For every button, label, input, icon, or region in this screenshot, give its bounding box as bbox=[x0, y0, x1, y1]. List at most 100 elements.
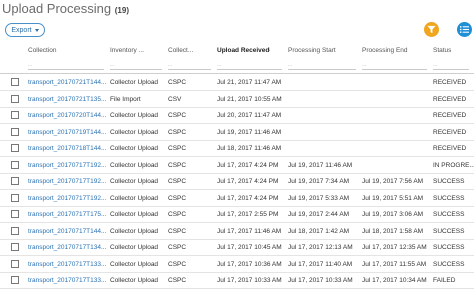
row-checkbox[interactable] bbox=[11, 177, 19, 185]
cell-upload-received: Jul 20, 2017 11:47 AM bbox=[217, 112, 282, 119]
row-checkbox[interactable] bbox=[11, 127, 19, 136]
cell-collector: CSPC bbox=[168, 227, 187, 235]
filter-input-collector[interactable]: ... bbox=[168, 61, 211, 70]
cell-processing-start: Jul 18, 2017 1:42 AM bbox=[288, 227, 350, 235]
cell-collector: CSV bbox=[168, 95, 182, 103]
cell-upload-received: Jul 17, 2017 11:46 AM bbox=[217, 227, 282, 235]
column-header-processing-start[interactable]: Processing Start bbox=[288, 47, 336, 54]
row-checkbox[interactable] bbox=[11, 226, 19, 235]
column-header-collection[interactable]: Collection bbox=[28, 47, 57, 54]
cell-inventory: File Import bbox=[110, 95, 141, 103]
cell-collector: CSPC bbox=[168, 277, 187, 284]
column-header-upload-received[interactable]: Upload Received bbox=[217, 47, 269, 54]
cell-inventory: Collector Upload bbox=[110, 128, 159, 136]
table-row[interactable]: transport_20170717T175... Collector Uploa… bbox=[0, 207, 474, 223]
filter-button[interactable] bbox=[424, 22, 439, 37]
list-icon bbox=[460, 26, 469, 33]
table-row[interactable]: transport_20170717T133... Collector Uploa… bbox=[0, 257, 474, 273]
table-row[interactable]: transport_20170717T134... Collector Uploa… bbox=[0, 240, 474, 256]
cell-inventory: Collector Upload bbox=[110, 178, 159, 185]
cell-inventory: Collector Upload bbox=[110, 161, 159, 169]
upload-count: (19) bbox=[114, 6, 129, 15]
cell-upload-received: Jul 18, 2017 11:46 AM bbox=[217, 145, 282, 152]
row-checkbox[interactable] bbox=[11, 210, 19, 218]
table-row[interactable]: transport_20170720T144... Collector Uploa… bbox=[0, 108, 474, 124]
row-checkbox[interactable] bbox=[11, 111, 19, 119]
cell-collection[interactable]: transport_20170717T133... bbox=[28, 277, 106, 284]
cell-status: IN PROGRE... bbox=[433, 161, 474, 169]
row-checkbox[interactable] bbox=[11, 193, 19, 202]
cell-collection[interactable]: transport_20170721T135... bbox=[28, 96, 106, 103]
cell-processing-end: Jul 17, 2017 12:35 AM bbox=[362, 244, 427, 251]
cell-inventory: Collector Upload bbox=[110, 112, 159, 119]
table-row[interactable]: transport_20170717T192... Collector Uploa… bbox=[0, 191, 474, 207]
filter-input-processing-start[interactable]: ... bbox=[288, 61, 356, 70]
filter-input-inventory[interactable]: ... bbox=[110, 61, 162, 70]
filter-input-processing-end[interactable]: ... bbox=[362, 61, 427, 70]
sort-arrow-icon[interactable]: ↓ bbox=[268, 47, 271, 53]
row-checkbox[interactable] bbox=[11, 144, 19, 152]
filter-input-status[interactable]: ... bbox=[433, 61, 469, 70]
cell-collection[interactable]: transport_20170717T133... bbox=[28, 261, 106, 268]
export-button[interactable]: Export bbox=[5, 23, 45, 37]
table-row[interactable]: transport_20170721T135... File Import CSV J… bbox=[0, 92, 474, 108]
table-row[interactable]: transport_20170717T144... Collector Uploa… bbox=[0, 224, 474, 240]
cell-status: SUCCESS bbox=[433, 178, 465, 185]
row-checkbox[interactable] bbox=[11, 276, 19, 284]
row-checkbox[interactable] bbox=[11, 94, 19, 103]
cell-upload-received: Jul 17, 2017 2:55 PM bbox=[217, 211, 279, 218]
column-header-status[interactable]: Status bbox=[433, 47, 451, 54]
cell-collector: CSPC bbox=[168, 79, 187, 86]
column-header-collector[interactable]: Collect... bbox=[168, 47, 193, 54]
cell-status: RECEIVED bbox=[433, 128, 467, 136]
cell-processing-end: Jul 17, 2017 11:55 AM bbox=[362, 260, 427, 268]
cell-upload-received: Jul 19, 2017 11:46 AM bbox=[217, 128, 282, 136]
filter-placeholder: ... bbox=[217, 62, 222, 68]
filter-input-upload-received[interactable]: ... bbox=[217, 61, 282, 70]
cell-processing-end: Jul 19, 2017 5:51 AM bbox=[362, 194, 424, 202]
cell-status: SUCCESS bbox=[433, 211, 465, 218]
column-settings-button[interactable] bbox=[457, 22, 472, 37]
row-checkbox[interactable] bbox=[11, 78, 19, 86]
cell-inventory: Collector Upload bbox=[110, 227, 159, 235]
cell-collector: CSPC bbox=[168, 244, 187, 251]
export-label: Export bbox=[11, 26, 32, 34]
cell-status: RECEIVED bbox=[433, 112, 467, 119]
cell-processing-end: Jul 17, 2017 10:34 AM bbox=[362, 277, 427, 284]
cell-collection[interactable]: transport_20170717T134... bbox=[28, 244, 106, 251]
cell-collection[interactable]: transport_20170719T144... bbox=[28, 129, 106, 136]
table-row[interactable]: transport_20170718T144... Collector Uploa… bbox=[0, 141, 474, 157]
column-header-inventory[interactable]: Inventory ... bbox=[110, 47, 144, 54]
table-row[interactable]: transport_20170719T144... Collector Uploa… bbox=[0, 125, 474, 141]
cell-processing-start: Jul 19, 2017 5:33 AM bbox=[288, 194, 350, 202]
table-row[interactable]: transport_20170717T192... Collector Uploa… bbox=[0, 158, 474, 174]
cell-collection[interactable]: transport_20170717T144... bbox=[28, 228, 106, 235]
row-checkbox[interactable] bbox=[11, 243, 19, 251]
cell-collector: CSPC bbox=[168, 145, 187, 152]
cell-collection[interactable]: transport_20170717T192... bbox=[28, 178, 106, 185]
cell-collection[interactable]: transport_20170717T192... bbox=[28, 195, 106, 202]
cell-upload-received: Jul 17, 2017 10:33 AM bbox=[217, 277, 282, 284]
cell-collection[interactable]: transport_20170717T192... bbox=[28, 162, 106, 169]
table-row[interactable]: transport_20170721T144... Collector Uploa… bbox=[0, 75, 474, 91]
cell-collection[interactable]: transport_20170717T175... bbox=[28, 211, 106, 218]
cell-status: SUCCESS bbox=[433, 194, 465, 202]
cell-collector: CSPC bbox=[168, 128, 187, 136]
cell-collection[interactable]: transport_20170718T144... bbox=[28, 145, 106, 152]
cell-inventory: Collector Upload bbox=[110, 211, 159, 218]
cell-upload-received: Jul 21, 2017 10:55 AM bbox=[217, 95, 282, 103]
table-row[interactable]: transport_20170717T192... Collector Uploa… bbox=[0, 174, 474, 190]
cell-inventory: Collector Upload bbox=[110, 244, 159, 251]
filter-placeholder: ... bbox=[288, 62, 293, 68]
cell-collector: CSPC bbox=[168, 260, 187, 268]
filter-input-collection[interactable]: ... bbox=[28, 61, 104, 70]
row-checkbox[interactable] bbox=[11, 160, 19, 169]
cell-status: RECEIVED bbox=[433, 145, 467, 152]
cell-upload-received: Jul 17, 2017 10:36 AM bbox=[217, 260, 282, 268]
page-title-text: Upload Processing bbox=[2, 1, 112, 16]
column-header-processing-end[interactable]: Processing End bbox=[362, 47, 408, 54]
cell-collection[interactable]: transport_20170721T144... bbox=[28, 79, 106, 86]
table-row[interactable]: transport_20170717T133... Collector Uploa… bbox=[0, 273, 474, 289]
cell-collection[interactable]: transport_20170720T144... bbox=[28, 112, 106, 119]
row-checkbox[interactable] bbox=[11, 259, 19, 268]
